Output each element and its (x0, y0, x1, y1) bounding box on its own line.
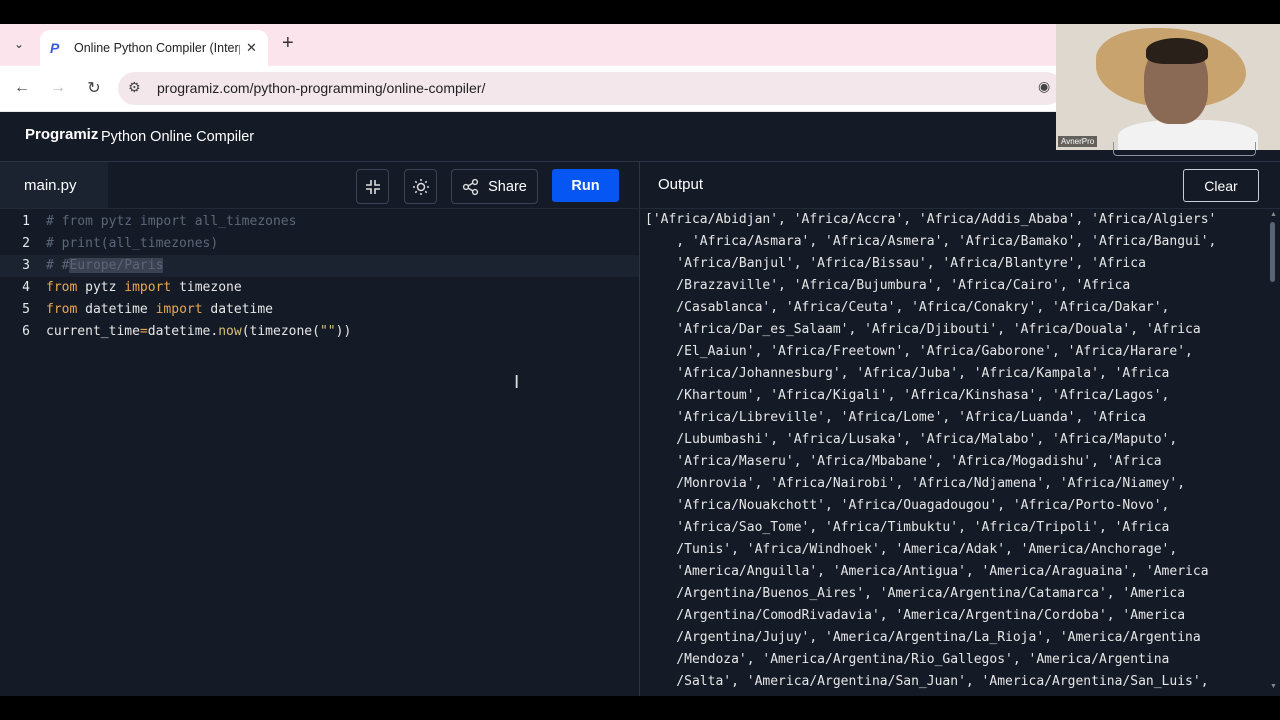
code-line[interactable]: 1 # from pytz import all_timezones (0, 211, 639, 233)
tab-search-icon[interactable]: ⌄ (8, 33, 30, 55)
output-console[interactable]: ['Africa/Abidjan', 'Africa/Accra', 'Afri… (640, 209, 1270, 696)
bottom-letterbox (0, 696, 1280, 720)
output-line: ['Africa/Abidjan', 'Africa/Accra', 'Afri… (645, 212, 1217, 227)
output-line: 'Africa/Johannesburg', 'Africa/Juba', 'A… (645, 366, 1170, 381)
url-text[interactable]: programiz.com/python-programming/online-… (157, 80, 485, 96)
header-outline-button[interactable] (1113, 142, 1256, 156)
address-bar[interactable]: ⚙ programiz.com/python-programming/onlin… (118, 72, 1063, 105)
text-cursor-icon: I (514, 372, 520, 393)
output-line: /Argentina/Jujuy', 'America/Argentina/La… (645, 630, 1201, 645)
file-name: main.py (24, 176, 77, 194)
new-tab-icon[interactable]: + (282, 32, 294, 55)
tab-title: Online Python Compiler (Interp (74, 41, 240, 55)
browser-tab[interactable]: P Online Python Compiler (Interp ✕ (40, 30, 268, 66)
share-button[interactable]: Share (451, 169, 538, 204)
output-line: /Mendoza', 'America/Argentina/Rio_Galleg… (645, 652, 1170, 667)
share-icon (463, 178, 479, 195)
fullscreen-exit-button[interactable] (356, 169, 389, 204)
output-line: 'Africa/Nouakchott', 'Africa/Ouagadougou… (645, 498, 1170, 513)
output-line: 'Africa/Maseru', 'Africa/Mbabane', 'Afri… (645, 454, 1162, 469)
back-icon[interactable]: ← (10, 76, 34, 100)
sun-icon (412, 178, 429, 195)
run-button[interactable]: Run (552, 169, 619, 202)
site-info-icon[interactable]: ⚙ (128, 79, 141, 96)
output-line: /Khartoum', 'Africa/Kigali', 'Africa/Kin… (645, 388, 1170, 403)
scroll-down-icon[interactable]: ▼ (1270, 683, 1277, 690)
webcam-label: AvnerPro (1058, 136, 1098, 147)
output-line: 'Africa/Dar_es_Salaam', 'Africa/Djibouti… (645, 322, 1201, 337)
line-number: 3 (22, 258, 30, 273)
output-line: /Salta', 'America/Argentina/San_Juan', '… (645, 674, 1209, 689)
output-scrollbar[interactable]: ▲ ▼ (1268, 209, 1278, 696)
code-editor[interactable]: 1 # from pytz import all_timezones 2 # p… (0, 208, 639, 697)
collapse-icon (365, 179, 380, 194)
output-line: /Tunis', 'Africa/Windhoek', 'America/Ada… (645, 542, 1178, 557)
programiz-logo[interactable]: Programiz (25, 126, 98, 143)
code-line[interactable]: 4 from pytz import timezone (0, 277, 639, 299)
output-line: /Argentina/ComodRivadavia', 'America/Arg… (645, 608, 1186, 623)
output-pane: Output Clear ['Africa/Abidjan', 'Africa/… (640, 162, 1280, 696)
code-line[interactable]: 6 current_time=datetime.now(timezone("")… (0, 321, 639, 343)
output-line: 'Africa/Libreville', 'Africa/Lome', 'Afr… (645, 410, 1146, 425)
code-line-active[interactable]: 3 # #Europe/Paris (0, 255, 639, 277)
output-line: /Casablanca', 'Africa/Ceuta', 'Africa/Co… (645, 300, 1170, 315)
scroll-thumb[interactable] (1270, 222, 1275, 282)
eye-off-icon[interactable]: ◉ (1038, 78, 1050, 95)
output-line: , 'Africa/Asmara', 'Africa/Asmera', 'Afr… (645, 234, 1217, 249)
theme-toggle-button[interactable] (404, 169, 437, 204)
line-number: 6 (22, 324, 30, 339)
line-number: 5 (22, 302, 30, 317)
output-title: Output (658, 176, 704, 193)
output-line: /El_Aaiun', 'Africa/Freetown', 'Africa/G… (645, 344, 1193, 359)
line-number: 1 (22, 214, 30, 229)
code-line[interactable]: 2 # print(all_timezones) (0, 233, 639, 255)
person-hair (1146, 38, 1208, 64)
code-line[interactable]: 5 from datetime import datetime (0, 299, 639, 321)
page-title: Python Online Compiler (101, 129, 255, 145)
output-header: Output Clear (640, 162, 1280, 209)
output-line: /Monrovia', 'Africa/Nairobi', 'Africa/Nd… (645, 476, 1186, 491)
top-letterbox (0, 0, 1280, 24)
reload-icon[interactable]: ↻ (82, 76, 106, 100)
close-tab-icon[interactable]: ✕ (246, 40, 257, 56)
programiz-favicon-icon: P (50, 40, 60, 56)
line-number: 4 (22, 280, 30, 295)
output-line: /Lubumbashi', 'Africa/Lusaka', 'Africa/M… (645, 432, 1178, 447)
output-line: 'Africa/Sao_Tome', 'Africa/Timbuktu', 'A… (645, 520, 1170, 535)
line-number: 2 (22, 236, 30, 251)
share-label: Share (488, 178, 527, 195)
output-line: /Argentina/Buenos_Aires', 'America/Argen… (645, 586, 1186, 601)
webcam-overlay: AvnerPro (1056, 24, 1280, 150)
clear-button[interactable]: Clear (1183, 169, 1259, 202)
scroll-up-icon[interactable]: ▲ (1270, 211, 1277, 218)
forward-icon[interactable]: → (46, 76, 70, 100)
editor-pane: main.py Share Run 1 # from pytz import a… (0, 162, 639, 696)
output-line: /Brazzaville', 'Africa/Bujumbura', 'Afri… (645, 278, 1131, 293)
output-line: 'Africa/Banjul', 'Africa/Bissau', 'Afric… (645, 256, 1146, 271)
file-tab[interactable]: main.py (0, 162, 108, 208)
output-line: 'America/Anguilla', 'America/Antigua', '… (645, 564, 1209, 579)
